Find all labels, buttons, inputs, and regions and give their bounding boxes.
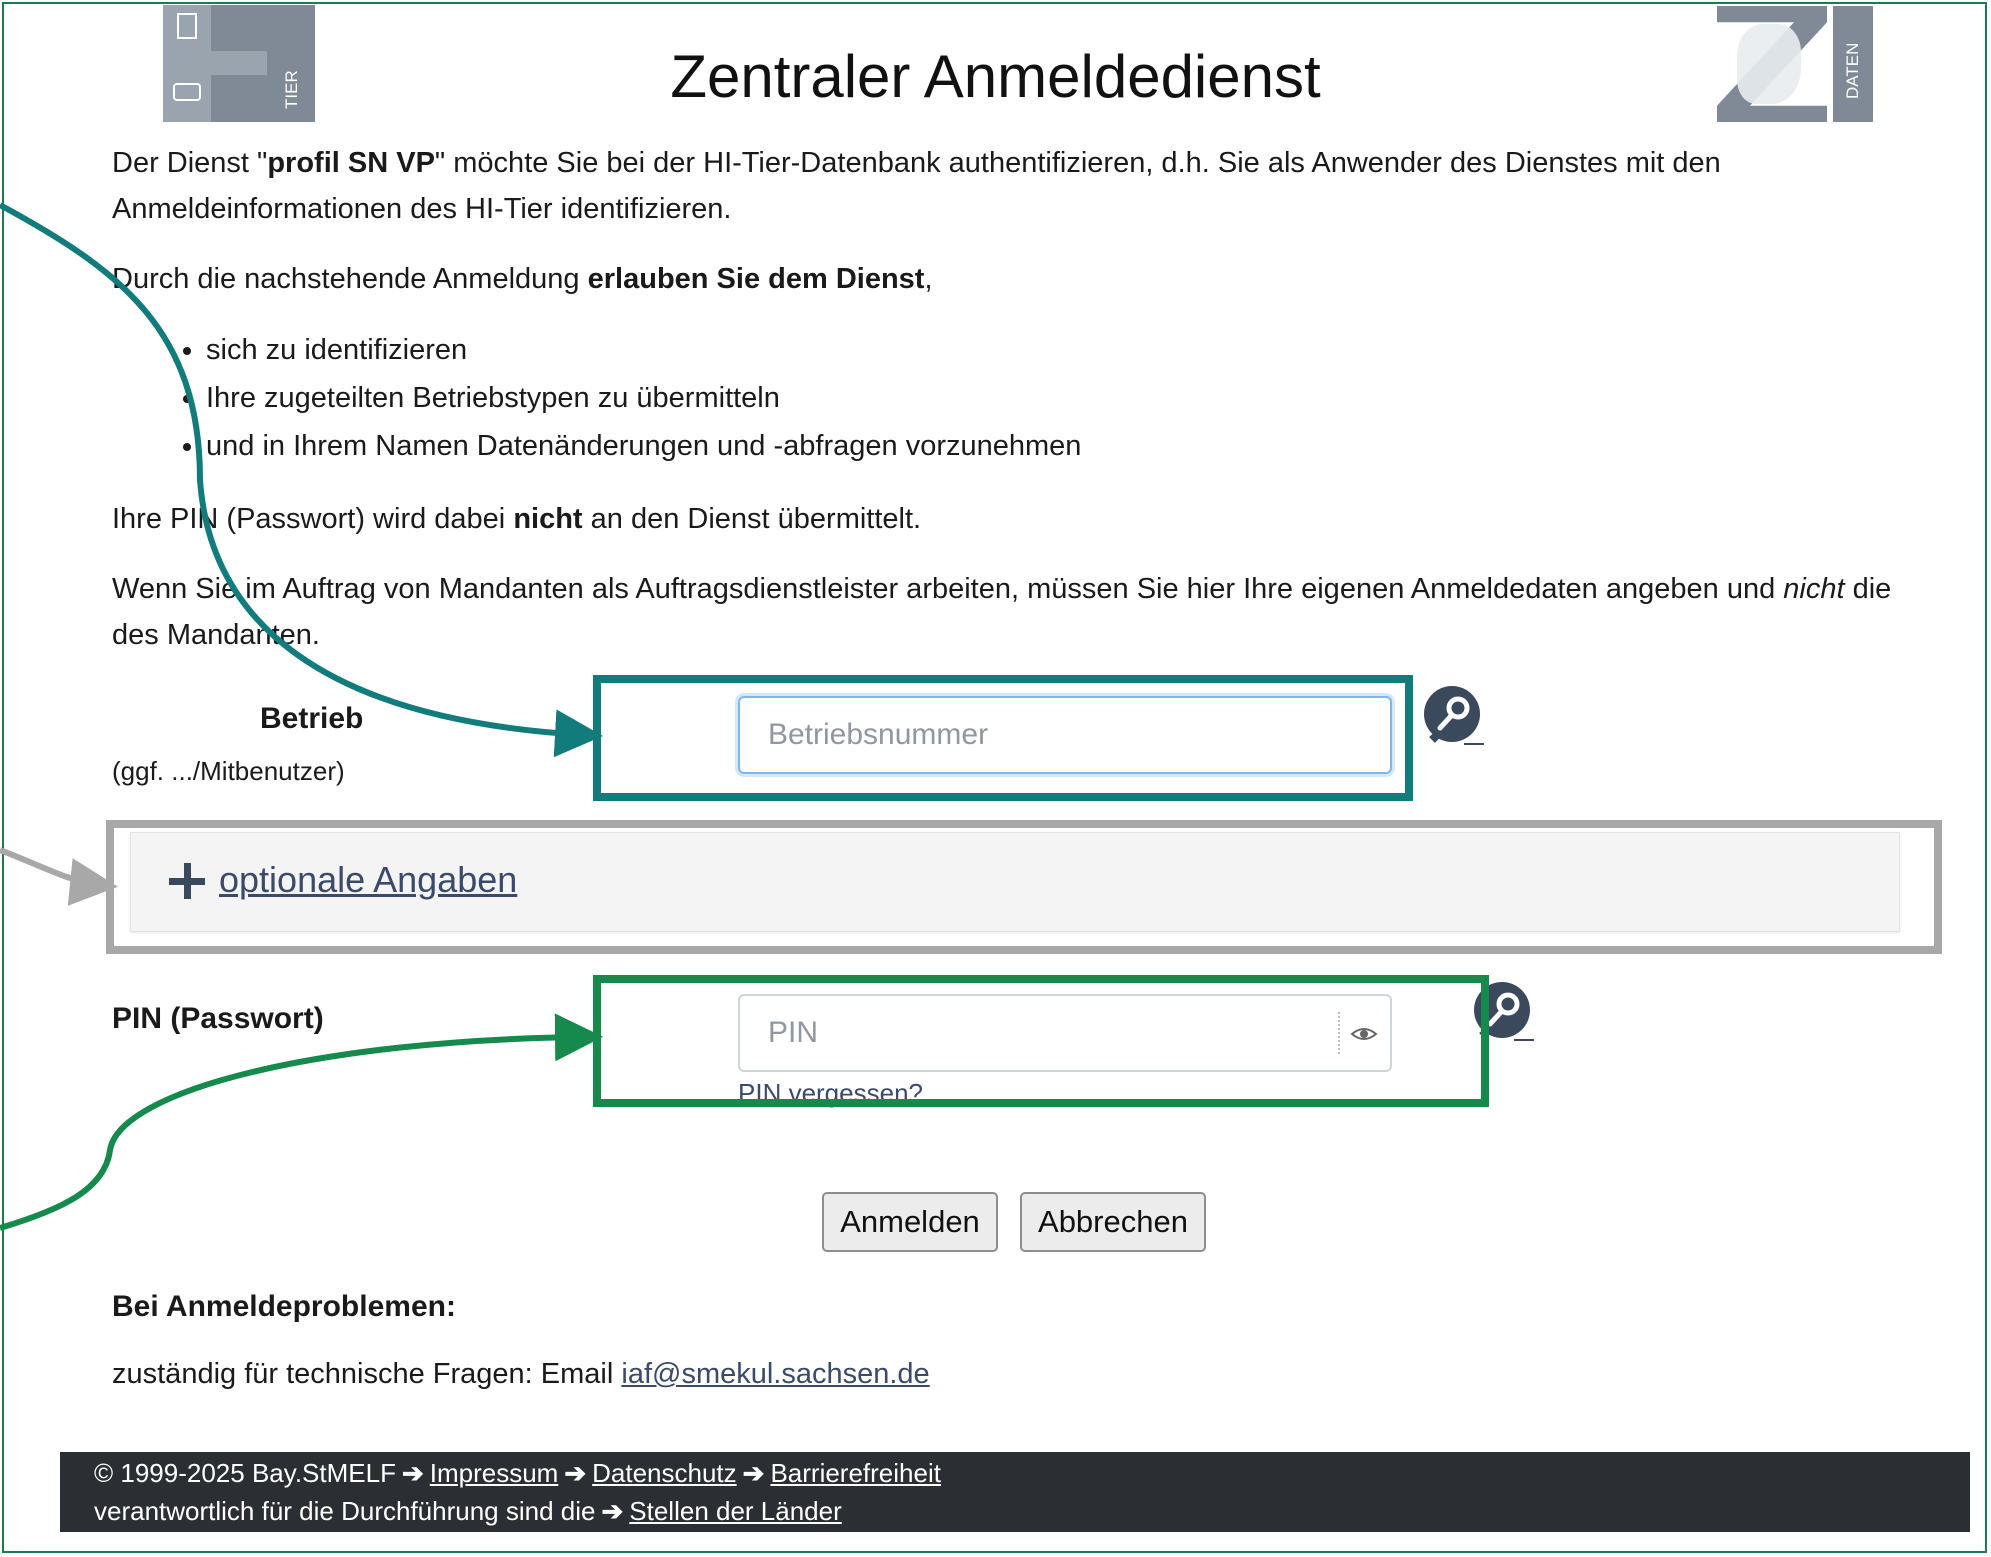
pin-notice-paragraph: Ihre PIN (Passwort) wird dabei nicht an … xyxy=(112,496,1932,542)
list-item: sich zu identifizieren xyxy=(206,326,1081,374)
betrieb-label: Betrieb xyxy=(260,702,364,735)
arrow-icon: ➔ xyxy=(601,1496,624,1526)
footer-stellen-link[interactable]: Stellen der Länder xyxy=(629,1496,841,1526)
login-button[interactable]: Anmelden xyxy=(822,1192,998,1252)
support-heading: Bei Anmeldeproblemen: xyxy=(112,1290,456,1323)
permission-text: Durch die nachstehende Anmeldung xyxy=(112,263,588,295)
mandant-emphasis: nicht xyxy=(1783,573,1845,605)
arrow-icon: ➔ xyxy=(401,1458,424,1488)
footer-barrierefreiheit-link[interactable]: Barrierefreiheit xyxy=(770,1458,941,1488)
pin-label: PIN (Passwort) xyxy=(112,1002,324,1035)
permission-paragraph: Durch die nachstehende Anmeldung erlaube… xyxy=(112,256,1932,302)
arrow-icon: ➔ xyxy=(742,1458,765,1488)
intro-text: Der Dienst " xyxy=(112,147,268,179)
highlight-betrieb xyxy=(593,675,1413,801)
footer-line-1: © 1999-2025 Bay.StMELF ➔ Impressum ➔ Datensc… xyxy=(94,1458,941,1489)
key-icon[interactable] xyxy=(1420,682,1488,750)
footer-impressum-link[interactable]: Impressum xyxy=(430,1458,559,1488)
logo-daten-text: DATEN xyxy=(1843,42,1862,100)
footer-responsible: verantwortlich für die Durchführung sind… xyxy=(94,1496,596,1526)
pin-notice-text: Ihre PIN (Passwort) wird dabei xyxy=(112,503,514,535)
page-title: Zentraler Anmeldedienst xyxy=(670,43,1321,110)
list-item: Ihre zugeteilten Betriebstypen zu übermi… xyxy=(206,374,1081,422)
list-item: und in Ihrem Namen Datenänderungen und -… xyxy=(206,422,1081,470)
mandant-paragraph: Wenn Sie im Auftrag von Mandanten als Au… xyxy=(112,566,1932,658)
support-text: zuständig für technische Fragen: Email xyxy=(112,1358,622,1390)
cancel-button[interactable]: Abbrechen xyxy=(1020,1192,1206,1252)
service-name: profil SN VP xyxy=(267,147,435,179)
mandant-text: Wenn Sie im Auftrag von Mandanten als Au… xyxy=(112,573,1784,605)
permission-text: , xyxy=(924,263,933,295)
pin-notice-text: an den Dienst übermittelt. xyxy=(582,503,922,535)
betrieb-sublabel: (ggf. .../Mitbenutzer) xyxy=(112,756,345,786)
pin-notice-emphasis: nicht xyxy=(513,503,583,535)
barn-icon xyxy=(177,13,197,39)
zi-daten-logo: DATEN xyxy=(1717,6,1873,122)
support-contact: zuständig für technische Fragen: Email i… xyxy=(112,1358,930,1391)
footer-copyright: © 1999-2025 Bay.StMELF xyxy=(94,1458,396,1488)
arrow-icon: ➔ xyxy=(564,1458,587,1488)
intro-paragraph: Der Dienst "profil SN VP" möchte Sie bei… xyxy=(112,140,1932,232)
support-email-link[interactable]: iaf@smekul.sachsen.de xyxy=(621,1358,929,1390)
footer-datenschutz-link[interactable]: Datenschutz xyxy=(592,1458,737,1488)
highlight-pin xyxy=(593,975,1489,1107)
footer: © 1999-2025 Bay.StMELF ➔ Impressum ➔ Datensc… xyxy=(60,1452,1970,1532)
footer-line-2: verantwortlich für die Durchführung sind… xyxy=(94,1496,842,1527)
rights-list: sich zu identifizieren Ihre zugeteilten … xyxy=(150,326,1081,470)
germany-map-icon xyxy=(1737,24,1801,104)
permission-emphasis: erlauben Sie dem Dienst xyxy=(587,263,925,295)
highlight-optional xyxy=(106,820,1942,954)
